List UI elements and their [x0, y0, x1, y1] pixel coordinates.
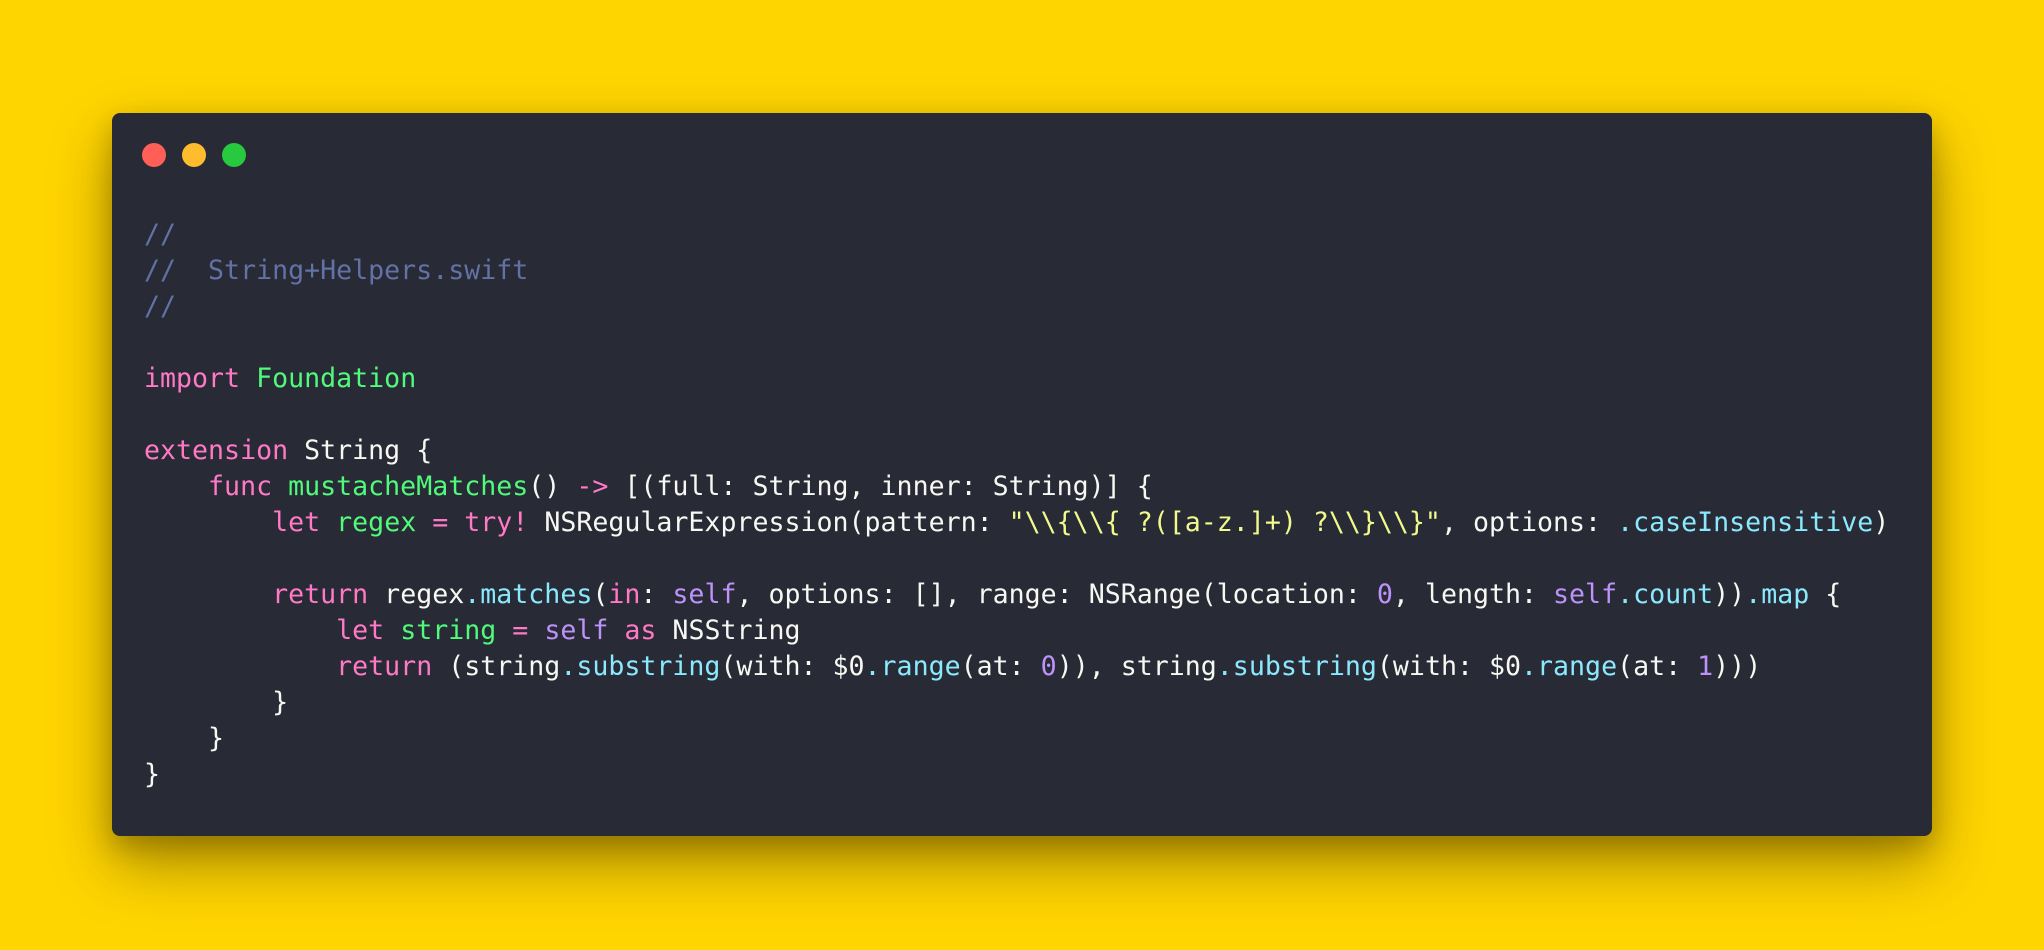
code-token: ) [1873, 507, 1890, 538]
code-token: () [528, 471, 577, 502]
code-token: // [144, 291, 177, 322]
code-token: NSRegularExpression(pattern: [528, 507, 1009, 538]
code-token: string [400, 615, 497, 646]
code-token: Foundation [256, 363, 417, 394]
code-token: try! [464, 507, 529, 538]
code-token: = [512, 615, 529, 646]
code-token: String { [288, 435, 433, 466]
code-token: { [1809, 579, 1842, 610]
code-token: : [640, 579, 673, 610]
code-line: // [144, 217, 1889, 253]
code-token: .caseInsensitive [1617, 507, 1874, 538]
code-token: ))) [1713, 651, 1762, 682]
code-token: as [624, 615, 657, 646]
code-line: extension String { [144, 433, 1889, 469]
code-token: , options: [1440, 507, 1618, 538]
code-token: // String+Helpers.swift [144, 255, 529, 286]
code-token: } [144, 723, 225, 754]
code-token: self [1553, 579, 1618, 610]
code-token: (at: [960, 651, 1041, 682]
code-token: .substring [1216, 651, 1377, 682]
code-token: regex [336, 507, 417, 538]
code-block: // // String+Helpers.swift // import Founda… [144, 217, 1889, 793]
code-token: (with: $0 [720, 651, 865, 682]
code-token: self [544, 615, 609, 646]
code-line: // [144, 289, 1889, 325]
minimize-button[interactable] [182, 143, 206, 167]
code-line: } [144, 685, 1889, 721]
code-line: let regex = try! NSRegularExpression(pat… [144, 505, 1889, 541]
code-token: 0 [1040, 651, 1057, 682]
code-token: .substring [560, 651, 721, 682]
code-window: // // String+Helpers.swift // import Founda… [112, 113, 1932, 836]
maximize-button[interactable] [222, 143, 246, 167]
code-line: import Foundation [144, 361, 1889, 397]
code-token: return [272, 579, 369, 610]
code-token: // [144, 219, 177, 250]
code-line: let string = self as NSString [144, 613, 1889, 649]
code-token: 1 [1697, 651, 1714, 682]
code-token: regex [368, 579, 465, 610]
code-token: )) [1713, 579, 1746, 610]
code-token: .range [1521, 651, 1618, 682]
code-line: func mustacheMatches() -> [(full: String… [144, 469, 1889, 505]
code-token: let [272, 507, 321, 538]
code-token: .range [864, 651, 961, 682]
code-token: .map [1745, 579, 1810, 610]
code-line: return regex.matches(in: self, options: … [144, 577, 1889, 613]
code-token: , options: [], range: NSRange(location: [736, 579, 1377, 610]
code-token: , length: [1392, 579, 1554, 610]
code-token: 0 [1376, 579, 1393, 610]
code-token: func [208, 471, 273, 502]
code-line: return (string.substring(with: $0.range(… [144, 649, 1889, 685]
code-line: } [144, 721, 1889, 757]
code-token: -> [576, 471, 609, 502]
code-token: ( [592, 579, 609, 610]
code-token: = [432, 507, 449, 538]
code-token: NSString [656, 615, 801, 646]
code-token: (at: [1617, 651, 1698, 682]
code-token: .count [1617, 579, 1714, 610]
code-line: // String+Helpers.swift [144, 253, 1889, 289]
code-token: (string [432, 651, 561, 682]
code-token: .matches [464, 579, 593, 610]
window-controls [142, 143, 246, 167]
code-line: } [144, 757, 1889, 793]
code-token: } [144, 687, 289, 718]
code-token: import [144, 363, 241, 394]
code-token: return [336, 651, 433, 682]
code-token: (with: $0 [1376, 651, 1522, 682]
code-token: [(full: String, inner: String)] { [608, 471, 1153, 502]
code-token: let [336, 615, 385, 646]
code-token: } [144, 759, 161, 790]
code-token: in [608, 579, 641, 610]
code-token: mustacheMatches [288, 471, 529, 502]
code-token: "\\{\\{ ?([a-z.]+) ?\\}\\}" [1008, 507, 1441, 538]
close-button[interactable] [142, 143, 166, 167]
code-token: )), string [1056, 651, 1217, 682]
code-token: self [672, 579, 737, 610]
code-token: extension [144, 435, 289, 466]
